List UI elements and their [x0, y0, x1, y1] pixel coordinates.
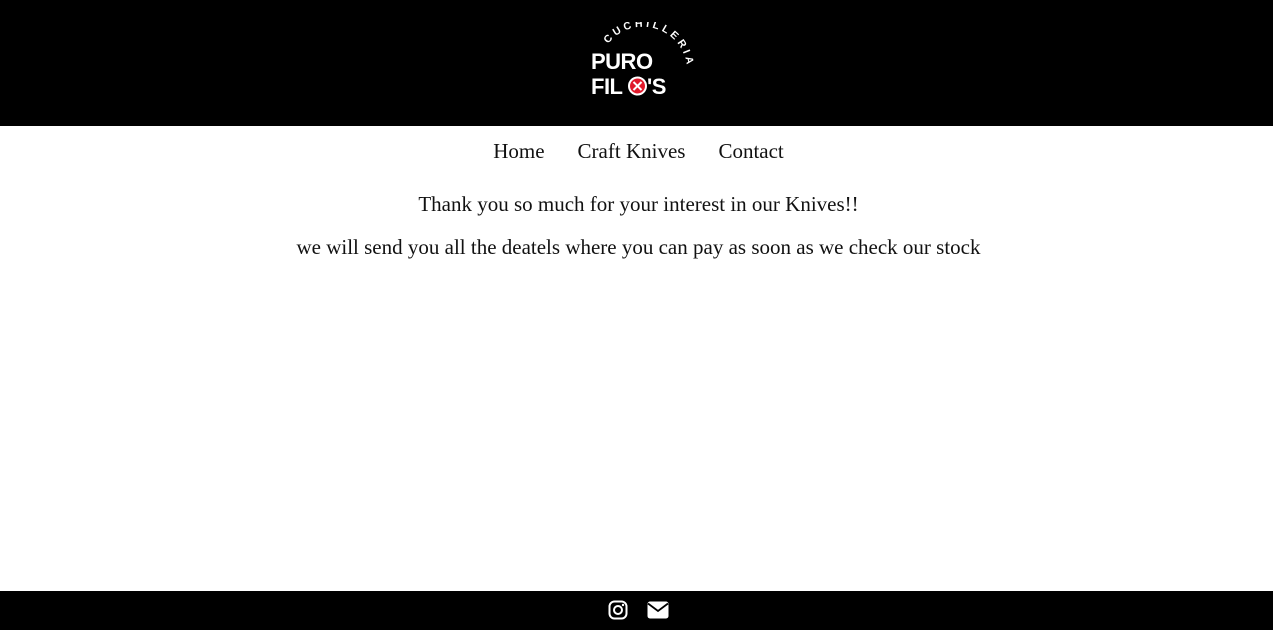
svg-text:'S: 'S: [647, 74, 666, 99]
page: CUCHILLERIA PURO FIL 'S Home Craft Knive…: [0, 0, 1273, 630]
thank-you-message: Thank you so much for your interest in o…: [418, 192, 859, 216]
main-nav: Home Craft Knives Contact: [0, 134, 1273, 168]
svg-text:FIL: FIL: [591, 74, 623, 99]
envelope-icon[interactable]: [647, 601, 669, 619]
svg-text:PURO: PURO: [591, 49, 653, 74]
nav-home[interactable]: Home: [493, 136, 544, 166]
instagram-icon[interactable]: [608, 600, 628, 620]
nav-contact[interactable]: Contact: [718, 136, 783, 166]
nav-craft-knives[interactable]: Craft Knives: [578, 136, 686, 166]
follow-up-message: we will send you all the deatels where y…: [296, 235, 981, 259]
site-header: CUCHILLERIA PURO FIL 'S: [0, 0, 1273, 126]
brand-logo[interactable]: CUCHILLERIA PURO FIL 'S: [586, 22, 696, 106]
site-footer: [0, 591, 1273, 630]
